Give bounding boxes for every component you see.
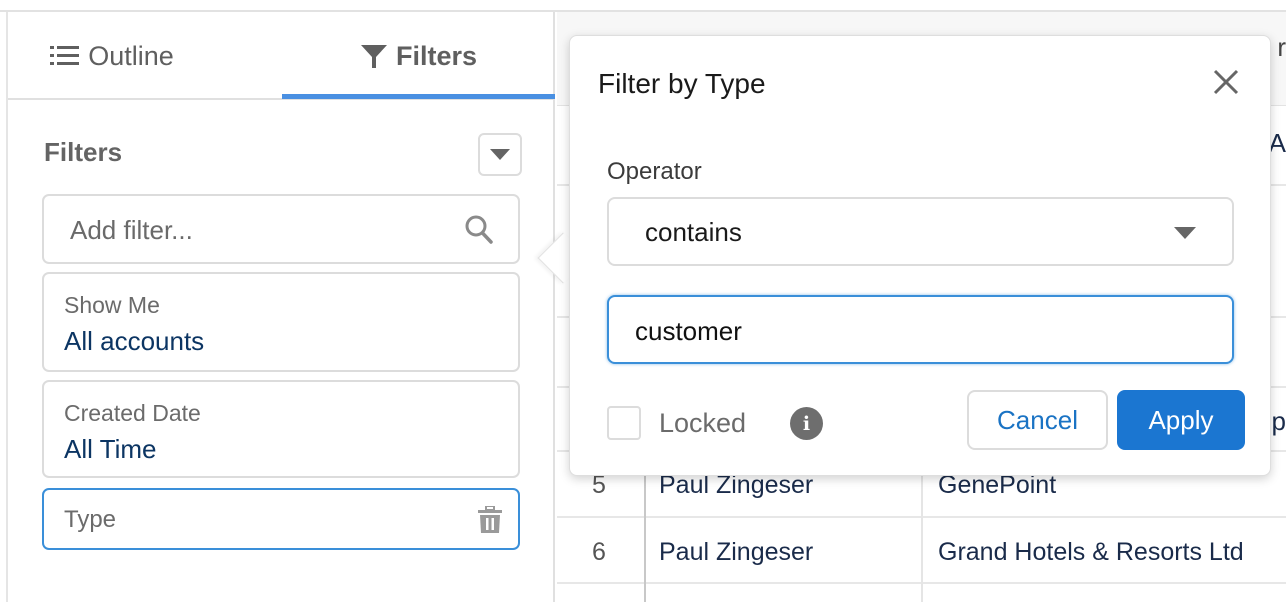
filter-type[interactable]: Type (42, 488, 520, 550)
chevron-down-icon (1174, 227, 1196, 239)
list-icon (50, 45, 80, 67)
filter-popover: Filter by Type Operator contains Locked … (569, 35, 1271, 476)
add-filter-search[interactable] (42, 194, 520, 264)
tab-filters[interactable]: Filters (282, 12, 555, 100)
close-button[interactable] (1210, 66, 1242, 98)
filter-panel: Outline Filters Filters Show Me All acco… (6, 12, 555, 602)
apply-button[interactable]: Apply (1117, 390, 1245, 450)
locked-label: Locked (659, 408, 747, 438)
filter-value: All accounts (64, 326, 205, 356)
row-number: 6 (592, 538, 606, 566)
tab-filters-label: Filters (395, 40, 478, 71)
active-tab-indicator (282, 94, 555, 99)
owner-cell: Paul Zingeser (659, 538, 814, 566)
filters-menu-button[interactable] (478, 133, 522, 176)
filter-created-date[interactable]: Created Date All Time (42, 380, 520, 478)
filter-show-me[interactable]: Show Me All accounts (42, 272, 520, 372)
operator-value: contains (645, 217, 742, 247)
add-filter-input[interactable] (70, 210, 450, 250)
close-icon (1213, 69, 1239, 95)
tab-outline[interactable]: Outline (32, 12, 192, 100)
cell-fragment: A (1268, 128, 1286, 158)
trash-icon[interactable] (478, 505, 502, 539)
filter-value: All Time (64, 434, 157, 464)
search-icon (464, 214, 494, 251)
popover-title: Filter by Type (598, 68, 766, 99)
locked-checkbox[interactable] (607, 406, 641, 440)
header-fragment: r (1277, 32, 1286, 62)
account-cell[interactable]: Grand Hotels & Resorts Ltd (938, 538, 1244, 567)
chevron-down-icon (490, 149, 510, 160)
filter-value-input[interactable] (635, 311, 1195, 351)
panel-tabs: Outline Filters (8, 12, 555, 100)
filters-heading: Filters (44, 137, 123, 167)
cancel-button[interactable]: Cancel (967, 390, 1108, 450)
filter-label: Created Date (64, 400, 201, 426)
filter-label: Type (64, 506, 117, 533)
operator-label: Operator (607, 158, 702, 185)
filter-value-field[interactable] (607, 295, 1234, 364)
funnel-icon (360, 42, 388, 70)
operator-select[interactable]: contains (607, 197, 1234, 266)
info-icon[interactable]: i (790, 407, 823, 440)
tab-outline-label: Outline (88, 40, 174, 71)
filter-label: Show Me (64, 292, 160, 318)
